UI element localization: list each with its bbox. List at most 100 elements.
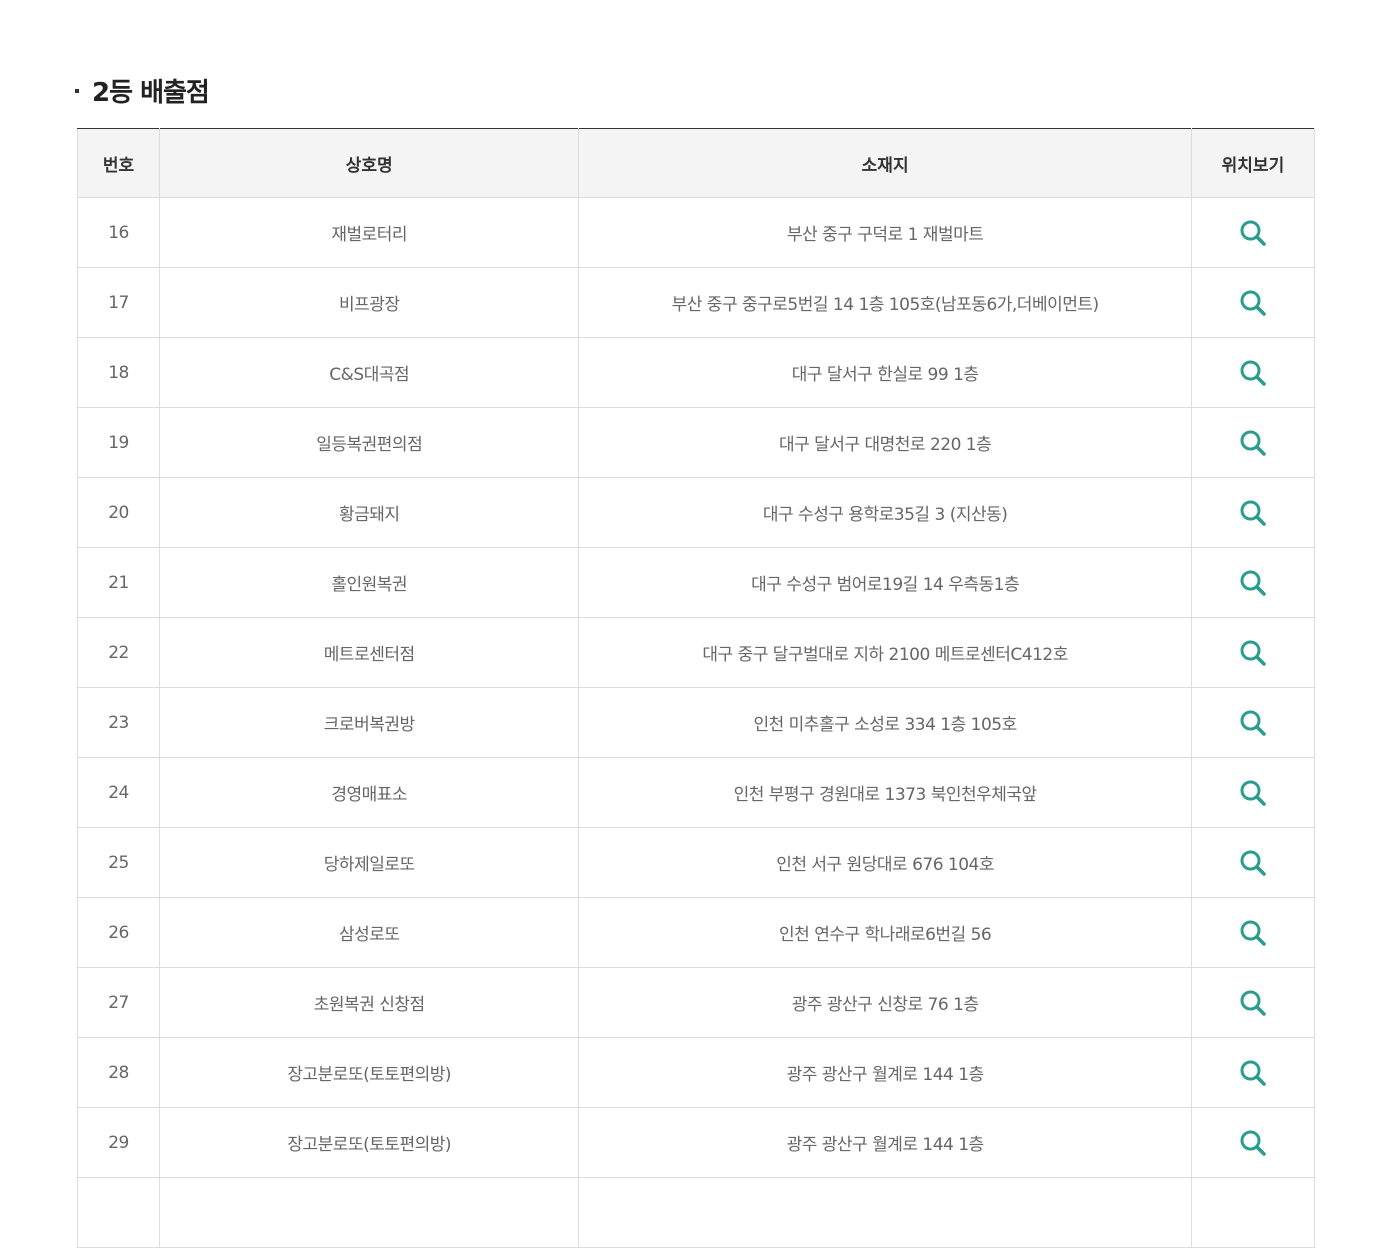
- map-view-button[interactable]: [1238, 288, 1268, 318]
- store-address: 인천 미추홀구 소성로 334 1층 105호: [578, 687, 1192, 758]
- store-name: C&S대곡점: [159, 337, 580, 408]
- store-name: 재벌로터리: [159, 197, 580, 268]
- map-view-cell: [1190, 617, 1316, 688]
- row-number: 28: [76, 1037, 161, 1108]
- map-view-cell: [1190, 1107, 1316, 1178]
- store-name: 일등복권편의점: [159, 407, 580, 478]
- table-row: 24 경영매표소 인천 부평구 경원대로 1373 북인천우체국앞: [76, 757, 1316, 828]
- table-row: 18 C&S대곡점 대구 달서구 한실로 99 1층: [76, 337, 1316, 408]
- map-view-button[interactable]: [1238, 638, 1268, 668]
- table-row: 25 당하제일로또 인천 서구 원당대로 676 104호: [76, 827, 1316, 898]
- map-view-button[interactable]: [1238, 708, 1268, 738]
- store-address: 인천 연수구 학나래로6번길 56: [578, 897, 1192, 968]
- table-row: [76, 1177, 1316, 1248]
- store-address: 광주 광산구 월계로 144 1층: [578, 1037, 1192, 1108]
- row-number: 29: [76, 1107, 161, 1178]
- map-view-button[interactable]: [1238, 428, 1268, 458]
- table-row: 26 삼성로또 인천 연수구 학나래로6번길 56: [76, 897, 1316, 968]
- store-address: 부산 중구 구덕로 1 재벌마트: [578, 197, 1192, 268]
- map-view-cell: [1190, 337, 1316, 408]
- store-name: 홀인원복권: [159, 547, 580, 618]
- map-view-button[interactable]: [1238, 358, 1268, 388]
- map-view-cell: [1190, 897, 1316, 968]
- row-number: 24: [76, 757, 161, 828]
- map-view-cell: [1190, 267, 1316, 338]
- row-number: 25: [76, 827, 161, 898]
- store-address: 인천 부평구 경원대로 1373 북인천우체국앞: [578, 757, 1192, 828]
- table-row: 16 재벌로터리 부산 중구 구덕로 1 재벌마트: [76, 197, 1316, 268]
- store-name: 장고분로또(토토편의방): [159, 1107, 580, 1178]
- search-icon: [1240, 780, 1266, 806]
- map-view-button[interactable]: [1238, 568, 1268, 598]
- search-icon: [1240, 360, 1266, 386]
- search-icon: [1240, 1130, 1266, 1156]
- map-view-button[interactable]: [1238, 778, 1268, 808]
- map-view-button[interactable]: [1238, 1058, 1268, 1088]
- table-header: 번호 상호명 소재지 위치보기: [76, 128, 1316, 198]
- store-address: 대구 수성구 범어로19길 14 우측동1층: [578, 547, 1192, 618]
- table-row: 23 크로버복권방 인천 미추홀구 소성로 334 1층 105호: [76, 687, 1316, 758]
- map-view-cell: [1190, 827, 1316, 898]
- map-view-cell: [1190, 1037, 1316, 1108]
- search-icon: [1240, 430, 1266, 456]
- store-name: 크로버복권방: [159, 687, 580, 758]
- row-number: 18: [76, 337, 161, 408]
- map-view-button[interactable]: [1238, 498, 1268, 528]
- store-address: 광주 광산구 월계로 144 1층: [578, 1107, 1192, 1178]
- store-address: [578, 1177, 1192, 1248]
- row-number: [76, 1177, 161, 1248]
- map-view-cell: [1190, 477, 1316, 548]
- table-row: 21 홀인원복권 대구 수성구 범어로19길 14 우측동1층: [76, 547, 1316, 618]
- store-table: 번호 상호명 소재지 위치보기 16 재벌로터리 부산 중구 구덕로 1 재벌마트 1…: [76, 128, 1316, 1248]
- store-address: 광주 광산구 신창로 76 1층: [578, 967, 1192, 1038]
- row-number: 20: [76, 477, 161, 548]
- search-icon: [1240, 220, 1266, 246]
- map-view-cell: [1190, 547, 1316, 618]
- map-view-cell: [1190, 687, 1316, 758]
- table-row: 29 장고분로또(토토편의방) 광주 광산구 월계로 144 1층: [76, 1107, 1316, 1178]
- title-bullet: [75, 89, 79, 93]
- search-icon: [1240, 710, 1266, 736]
- store-name: 삼성로또: [159, 897, 580, 968]
- table-row: 19 일등복권편의점 대구 달서구 대명천로 220 1층: [76, 407, 1316, 478]
- store-name: 초원복권 신창점: [159, 967, 580, 1038]
- column-header-map-view: 위치보기: [1190, 128, 1316, 198]
- search-icon: [1240, 920, 1266, 946]
- row-number: 23: [76, 687, 161, 758]
- map-view-cell: [1190, 197, 1316, 268]
- table-header-row: 번호 상호명 소재지 위치보기: [76, 128, 1316, 198]
- search-icon: [1240, 570, 1266, 596]
- map-view-button[interactable]: [1238, 1128, 1268, 1158]
- map-view-cell: [1190, 407, 1316, 478]
- table-row: 20 황금돼지 대구 수성구 용학로35길 3 (지산동): [76, 477, 1316, 548]
- store-table-wrapper: 번호 상호명 소재지 위치보기 16 재벌로터리 부산 중구 구덕로 1 재벌마트 1…: [76, 128, 1316, 1248]
- store-name: 당하제일로또: [159, 827, 580, 898]
- store-name: 장고분로또(토토편의방): [159, 1037, 580, 1108]
- store-name: 황금돼지: [159, 477, 580, 548]
- search-icon: [1240, 500, 1266, 526]
- table-row: 17 비프광장 부산 중구 중구로5번길 14 1층 105호(남포동6가,더베이먼…: [76, 267, 1316, 338]
- table-row: 28 장고분로또(토토편의방) 광주 광산구 월계로 144 1층: [76, 1037, 1316, 1108]
- row-number: 26: [76, 897, 161, 968]
- search-icon: [1240, 990, 1266, 1016]
- store-address: 대구 수성구 용학로35길 3 (지산동): [578, 477, 1192, 548]
- map-view-button[interactable]: [1238, 988, 1268, 1018]
- map-view-button[interactable]: [1238, 848, 1268, 878]
- row-number: 27: [76, 967, 161, 1038]
- store-address: 대구 달서구 한실로 99 1층: [578, 337, 1192, 408]
- search-icon: [1240, 850, 1266, 876]
- map-view-button[interactable]: [1238, 918, 1268, 948]
- map-view-button[interactable]: [1238, 218, 1268, 248]
- column-header-address: 소재지: [578, 128, 1192, 198]
- row-number: 22: [76, 617, 161, 688]
- search-icon: [1240, 290, 1266, 316]
- map-view-cell: [1190, 967, 1316, 1038]
- store-name: 메트로센터점: [159, 617, 580, 688]
- map-view-cell: [1190, 1177, 1316, 1248]
- search-icon: [1240, 640, 1266, 666]
- table-body: 16 재벌로터리 부산 중구 구덕로 1 재벌마트 17 비프광장 부산 중구 중구로5번…: [76, 197, 1316, 1248]
- row-number: 16: [76, 197, 161, 268]
- section-title: 2등 배출점: [92, 77, 210, 108]
- row-number: 17: [76, 267, 161, 338]
- table-row: 27 초원복권 신창점 광주 광산구 신창로 76 1층: [76, 967, 1316, 1038]
